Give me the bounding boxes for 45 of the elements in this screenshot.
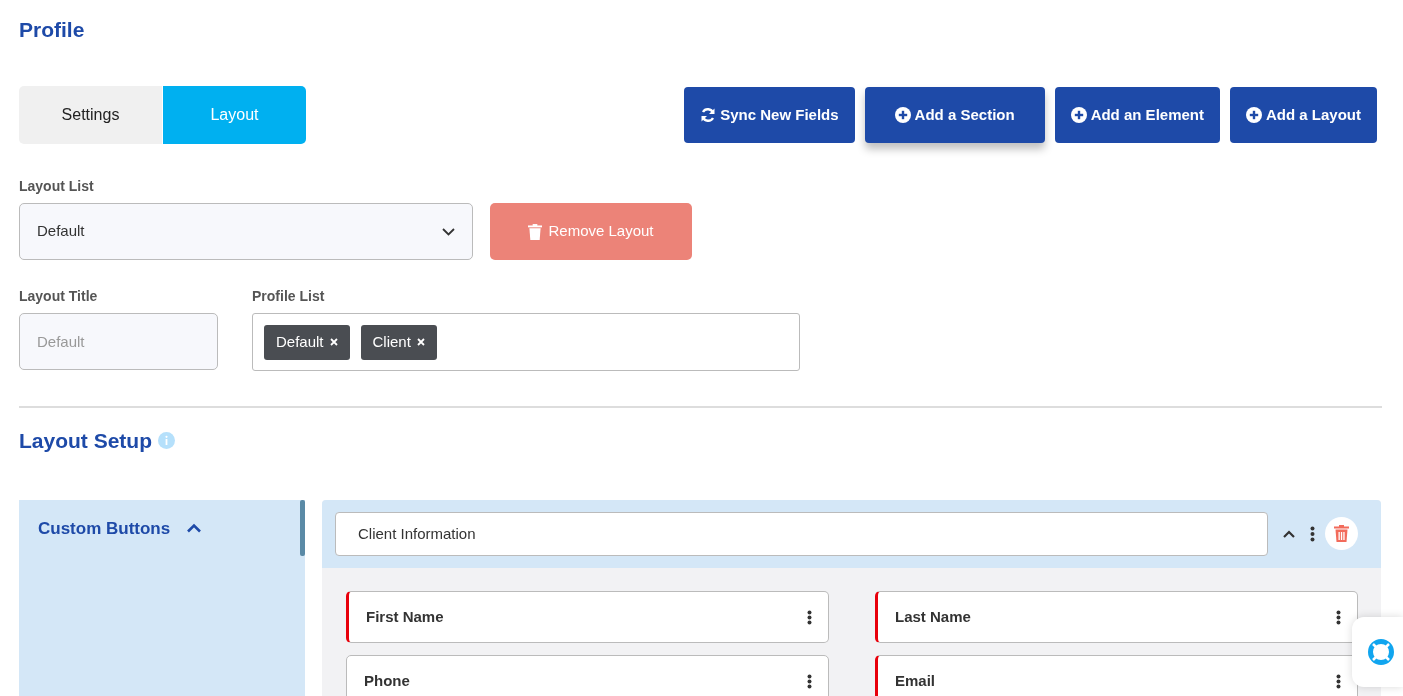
refresh-icon <box>700 107 717 123</box>
action-button[interactable]: Add a Layout <box>1230 87 1377 143</box>
field-card[interactable]: Phone <box>346 654 829 696</box>
section-heading: Layout Setup <box>19 428 152 454</box>
plus-circle-icon <box>1246 107 1262 123</box>
close-icon[interactable] <box>416 338 425 346</box>
layout-select[interactable]: Default <box>19 203 473 260</box>
profile-tag: Client <box>360 324 437 360</box>
chevron-icon[interactable] <box>1282 528 1296 539</box>
page-title: Profile <box>19 17 85 43</box>
field-label: Phone <box>364 670 410 691</box>
field-card[interactable]: Last Name <box>875 590 1358 643</box>
chevron-down-icon <box>442 227 455 236</box>
help-button[interactable] <box>1352 617 1403 687</box>
field-label: Profile List <box>252 287 325 306</box>
more-icon[interactable] <box>807 609 812 625</box>
section-title-field[interactable]: Client Information <box>335 511 1268 556</box>
trash-icon <box>528 223 543 240</box>
lifebuoy-icon <box>1366 638 1395 666</box>
field-label: Layout List <box>19 177 94 196</box>
scrollbar[interactable] <box>300 499 305 556</box>
field-label: Email <box>895 670 936 691</box>
more-icon[interactable] <box>1336 673 1341 689</box>
field-card[interactable]: Email <box>875 654 1358 696</box>
trash-icon <box>1334 525 1349 542</box>
more-icon[interactable] <box>807 673 812 689</box>
field-label: Layout Title <box>19 287 98 306</box>
action-button[interactable]: Add a Section <box>864 87 1045 143</box>
action-button[interactable]: Sync New Fields <box>684 87 855 143</box>
more-icon[interactable] <box>1310 525 1315 542</box>
profile-list-field[interactable]: Default Client <box>252 313 800 371</box>
layout-title-field[interactable]: Default <box>19 313 218 370</box>
close-icon[interactable] <box>329 338 338 346</box>
plus-circle-icon <box>894 107 911 123</box>
field-label: First Name <box>366 606 444 627</box>
tab[interactable]: Settings <box>19 86 162 144</box>
profile-tag: Default <box>264 324 350 360</box>
custom-buttons-toggle[interactable]: Custom Buttons <box>38 515 203 541</box>
action-button[interactable]: Add an Element <box>1054 87 1220 143</box>
field-label: Last Name <box>895 606 971 627</box>
field-card[interactable]: First Name <box>346 590 829 643</box>
more-icon[interactable] <box>1336 609 1341 625</box>
info-icon <box>158 432 175 450</box>
delete-button[interactable] <box>1325 517 1358 550</box>
plus-circle-icon <box>1070 107 1087 123</box>
